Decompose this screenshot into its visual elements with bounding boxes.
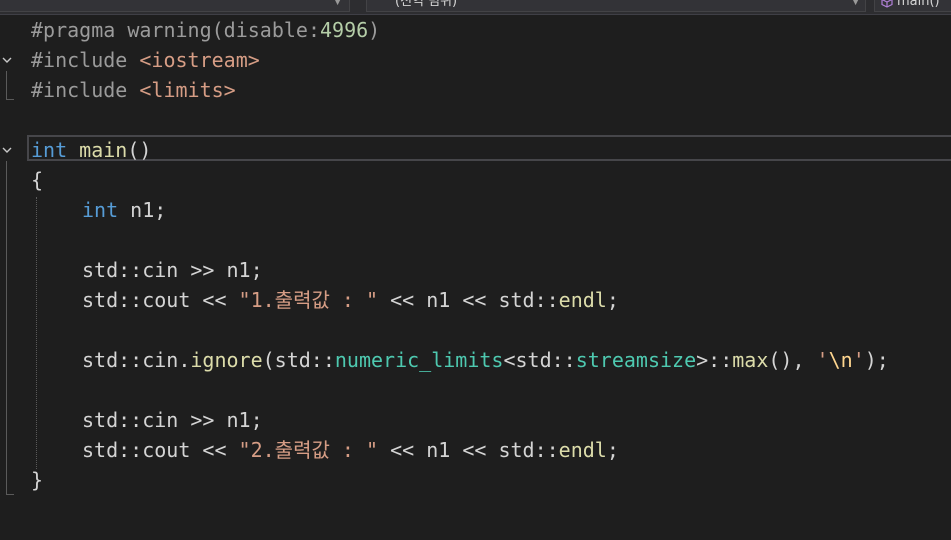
code-token: #pragma warning(disable: bbox=[31, 18, 320, 42]
code-line[interactable]: #include <iostream> bbox=[0, 45, 951, 75]
code-line[interactable]: { bbox=[0, 165, 951, 195]
code-editor[interactable]: #pragma warning(disable:4996) #include <i… bbox=[0, 15, 951, 540]
code-token: 4996 bbox=[319, 18, 369, 42]
editor-navigation-bar: ▼ (전역 범위) ▼ main() bbox=[0, 0, 951, 15]
code-text: int main() bbox=[31, 135, 151, 165]
code-token: \n bbox=[828, 348, 853, 372]
code-text: std::cin >> n1; bbox=[82, 255, 263, 285]
code-line[interactable]: std::cout << "1.출력값 : " << n1 << std::en… bbox=[0, 285, 951, 315]
code-line[interactable]: #pragma warning(disable:4996) bbox=[0, 15, 951, 45]
code-token: ' bbox=[852, 348, 865, 372]
scope-dropdown[interactable]: (전역 범위) ▼ bbox=[366, 0, 866, 12]
code-text: std::cout << "1.출력값 : " << n1 << std::en… bbox=[82, 285, 619, 315]
code-token: ; bbox=[606, 288, 619, 312]
member-dropdown[interactable]: main() bbox=[874, 0, 951, 12]
code-token: endl bbox=[558, 438, 607, 462]
code-token: streamsize bbox=[575, 348, 697, 372]
chevron-down-icon: ▼ bbox=[852, 0, 859, 7]
code-token: std::cout << bbox=[82, 288, 239, 312]
code-token: << n1 << std:: bbox=[378, 288, 559, 312]
code-text: std::cin.ignore(std::numeric_limits<std:… bbox=[82, 345, 889, 375]
code-line[interactable]: std::cin >> n1; bbox=[0, 255, 951, 285]
scope-dropdown-label: (전역 범위) bbox=[395, 0, 458, 9]
code-text: int n1; bbox=[82, 195, 166, 225]
code-token: numeric_limits bbox=[334, 348, 504, 372]
code-line[interactable]: std::cin.ignore(std::numeric_limits<std:… bbox=[0, 345, 951, 375]
project-dropdown[interactable]: ▼ bbox=[0, 0, 350, 12]
code-token: n1; bbox=[118, 198, 167, 222]
code-token: (std:: bbox=[262, 348, 335, 372]
code-line[interactable]: int n1; bbox=[0, 195, 951, 225]
code-token: std::cin. bbox=[82, 348, 191, 372]
code-token: <std:: bbox=[503, 348, 576, 372]
code-token: <iostream> bbox=[139, 48, 260, 72]
code-token: <limits> bbox=[139, 78, 236, 102]
code-token: main bbox=[79, 138, 128, 162]
member-dropdown-label: main() bbox=[897, 0, 940, 9]
code-line[interactable] bbox=[0, 315, 951, 345]
code-token: >:: bbox=[696, 348, 733, 372]
code-token: { bbox=[31, 168, 44, 192]
code-token: std::cin >> n1; bbox=[82, 258, 263, 282]
code-line[interactable] bbox=[0, 105, 951, 135]
code-token: (), bbox=[768, 348, 817, 372]
code-token: } bbox=[31, 468, 44, 492]
code-line[interactable]: #include <limits> bbox=[0, 75, 951, 105]
code-line[interactable]: std::cout << "2.출력값 : " << n1 << std::en… bbox=[0, 435, 951, 465]
code-token: std::cin >> n1; bbox=[82, 408, 263, 432]
code-token: << n1 << std:: bbox=[378, 438, 559, 462]
code-token: max bbox=[732, 348, 769, 372]
code-line[interactable]: std::cin >> n1; bbox=[0, 405, 951, 435]
code-token: int bbox=[31, 138, 68, 162]
code-text: std::cout << "2.출력값 : " << n1 << std::en… bbox=[82, 435, 619, 465]
code-token: ); bbox=[864, 348, 889, 372]
code-text: #include <limits> bbox=[31, 75, 236, 105]
code-token: ignore bbox=[190, 348, 263, 372]
code-token: ; bbox=[606, 438, 619, 462]
code-token: int bbox=[82, 198, 119, 222]
code-text: #include <iostream> bbox=[31, 45, 260, 75]
code-token: ' bbox=[816, 348, 829, 372]
code-text: } bbox=[31, 465, 43, 495]
method-cube-icon bbox=[881, 0, 893, 8]
code-text: #pragma warning(disable:4996) bbox=[31, 15, 380, 45]
code-line[interactable] bbox=[0, 225, 951, 255]
code-text: std::cin >> n1; bbox=[82, 405, 263, 435]
current-line-highlight bbox=[27, 135, 951, 161]
chevron-down-icon: ▼ bbox=[334, 0, 341, 7]
code-line[interactable] bbox=[0, 375, 951, 405]
code-token: endl bbox=[558, 288, 607, 312]
code-text: { bbox=[31, 165, 43, 195]
code-line[interactable]: } bbox=[0, 465, 951, 495]
code-token: "1.출력값 : " bbox=[238, 288, 379, 312]
code-line[interactable]: int main() bbox=[0, 135, 951, 165]
code-token: #include bbox=[31, 48, 140, 72]
code-token: ) bbox=[368, 18, 381, 42]
code-token: "2.출력값 : " bbox=[238, 438, 379, 462]
code-token: std::cout << bbox=[82, 438, 239, 462]
code-token: #include bbox=[31, 78, 140, 102]
code-token: () bbox=[127, 138, 152, 162]
